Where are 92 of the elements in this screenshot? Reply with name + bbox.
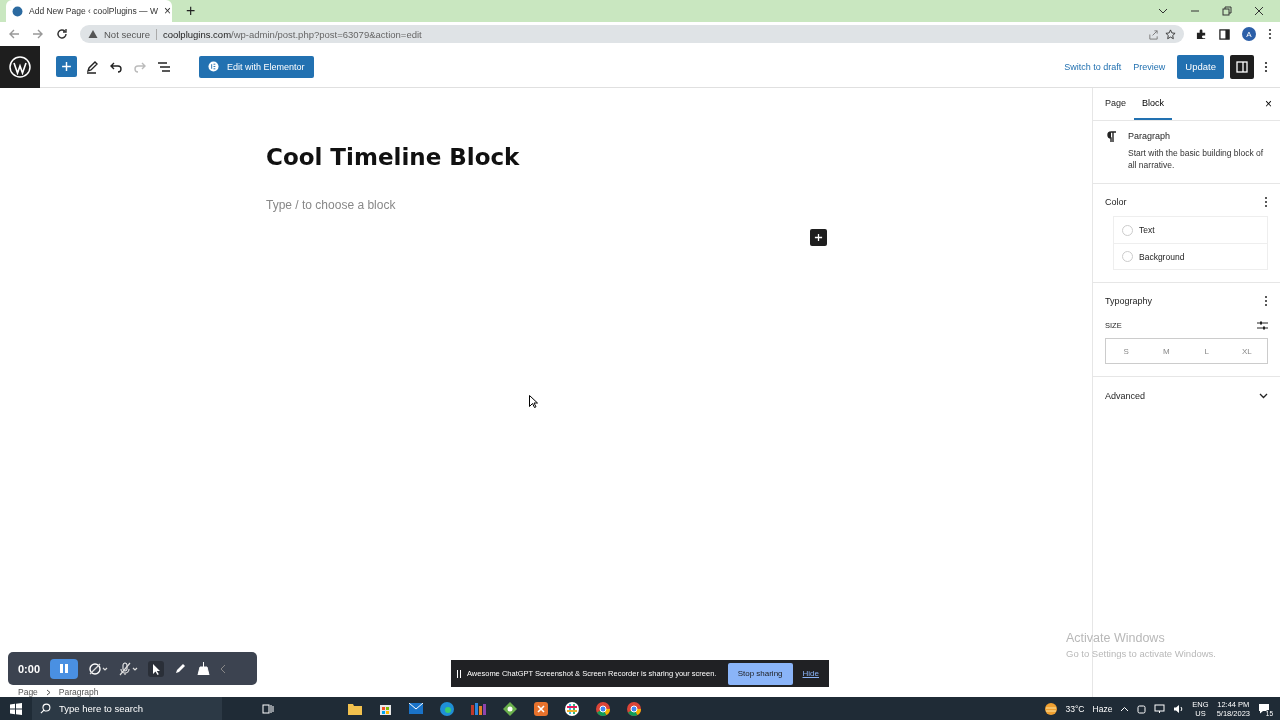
- list-view-icon[interactable]: [157, 59, 171, 74]
- stop-sharing-button[interactable]: Stop sharing: [727, 662, 793, 685]
- microphone-off-icon[interactable]: [118, 661, 139, 676]
- profile-avatar[interactable]: A: [1242, 27, 1256, 41]
- star-icon[interactable]: [1165, 28, 1176, 40]
- plus-icon: [814, 233, 823, 242]
- wordpress-logo[interactable]: [0, 45, 40, 88]
- close-button[interactable]: ×: [1265, 97, 1272, 111]
- address-bar[interactable]: Not secure coolplugins.com/wp-admin/post.php?post=63079&action=edit: [80, 25, 1184, 43]
- folder-icon[interactable]: [348, 702, 362, 715]
- taskbar-search-field[interactable]: Type here to search: [32, 697, 222, 720]
- sidebar-tab[interactable]: Block: [1134, 88, 1173, 120]
- font-size-option[interactable]: XL: [1226, 339, 1267, 363]
- slack-icon[interactable]: [565, 701, 579, 716]
- more-options-icon[interactable]: [1264, 60, 1268, 73]
- breadcrumb-link[interactable]: Paragraph: [58, 687, 99, 697]
- preview-link[interactable]: Preview: [1127, 61, 1172, 72]
- chevron-right-icon: [45, 688, 51, 696]
- tab-title: Add New Page ‹ coolPlugins — W: [29, 6, 158, 16]
- page-title[interactable]: Cool Timeline Block: [266, 144, 1092, 170]
- side-panel-icon[interactable]: [1219, 28, 1230, 40]
- sliders-icon[interactable]: [1257, 321, 1268, 330]
- pause-icon: [60, 664, 69, 673]
- color-option[interactable]: Background: [1114, 243, 1267, 269]
- diamond-app-icon[interactable]: [503, 701, 517, 716]
- switch-to-draft-link[interactable]: Switch to draft: [1058, 61, 1128, 72]
- weather-condition: Haze: [1092, 703, 1113, 714]
- new-tab-button[interactable]: +: [182, 0, 200, 22]
- edit-with-elementor-button[interactable]: Edit with Elementor: [199, 55, 314, 78]
- browser-tab[interactable]: Add New Page ‹ coolPlugins — W ×: [6, 0, 172, 22]
- pause-icon: [457, 669, 461, 678]
- xampp-icon[interactable]: [534, 701, 548, 716]
- forward-arrow-icon[interactable]: [32, 28, 44, 40]
- more-options-icon[interactable]: [1264, 196, 1268, 208]
- mail-icon[interactable]: [409, 703, 423, 714]
- more-options-icon[interactable]: [1264, 295, 1268, 307]
- update-button[interactable]: Update: [1177, 54, 1224, 79]
- speaker-icon: [1173, 703, 1185, 714]
- url-text: coolplugins.com/wp-admin/post.php?post=63079&action=edit: [162, 28, 422, 40]
- warning-icon: [88, 29, 98, 39]
- chrome-browser-icon[interactable]: [627, 701, 641, 716]
- more-options-icon[interactable]: [1268, 28, 1272, 40]
- chevron-down-icon: [1259, 393, 1268, 399]
- chevron-down-icon[interactable]: [1158, 6, 1168, 16]
- block-name: Paragraph: [1128, 131, 1172, 141]
- pencil-icon[interactable]: [85, 59, 99, 74]
- pencil-icon[interactable]: [174, 662, 188, 675]
- task-view-icon[interactable]: [262, 702, 274, 715]
- font-size-option[interactable]: M: [1146, 339, 1187, 363]
- camera-off-icon[interactable]: [88, 661, 109, 676]
- elementor-icon: [208, 61, 219, 72]
- chrome-browser-icon[interactable]: [596, 701, 610, 716]
- section-title: Color: [1105, 197, 1127, 207]
- pointer-icon[interactable]: [148, 660, 165, 677]
- edge-browser-icon[interactable]: [440, 701, 454, 716]
- hide-link[interactable]: Hide: [798, 669, 823, 678]
- restore-icon[interactable]: [1222, 6, 1232, 16]
- back-arrow-icon[interactable]: [8, 28, 20, 40]
- breadcrumb-link[interactable]: Page: [18, 687, 38, 697]
- plus-icon: [61, 61, 72, 72]
- close-icon[interactable]: [1254, 6, 1264, 16]
- block-description: Start with the basic building block of all narrative.: [1128, 147, 1265, 171]
- weather-sun-icon: [1043, 701, 1058, 716]
- advanced-section-toggle[interactable]: Advanced: [1093, 377, 1280, 415]
- sidebar-tab[interactable]: Page: [1097, 88, 1135, 120]
- store-icon[interactable]: [379, 702, 392, 715]
- pause-button[interactable]: [50, 658, 79, 679]
- chevron-up-icon[interactable]: [1120, 705, 1130, 712]
- windows-logo-icon[interactable]: [10, 702, 22, 715]
- puzzle-icon[interactable]: [1196, 28, 1207, 40]
- activation-title: Activate Windows: [1066, 631, 1166, 645]
- search-icon: [40, 703, 51, 714]
- recording-timer: 0:00: [18, 662, 41, 675]
- reload-icon[interactable]: [56, 28, 68, 40]
- block-placeholder[interactable]: Type / to choose a block: [266, 198, 396, 212]
- settings-button[interactable]: [1230, 54, 1254, 79]
- add-block-button[interactable]: [810, 229, 827, 246]
- font-size-option[interactable]: S: [1106, 339, 1147, 363]
- tab-close-button[interactable]: ×: [164, 4, 171, 18]
- security-label: Not secure: [104, 28, 157, 40]
- broom-icon[interactable]: [197, 662, 211, 675]
- side-panel-icon: [1236, 60, 1248, 73]
- network-icon: [1154, 703, 1166, 714]
- color-option[interactable]: Text: [1114, 217, 1267, 243]
- font-size-option[interactable]: L: [1186, 339, 1227, 363]
- activation-message: Go to Settings to activate Windows.: [1066, 648, 1216, 659]
- mouse-pointer-icon: [529, 395, 538, 408]
- paragraph-icon: [1107, 131, 1116, 143]
- chevron-left-icon[interactable]: [220, 663, 227, 674]
- section-title: Typography: [1105, 296, 1153, 306]
- share-icon[interactable]: [1148, 28, 1159, 40]
- temperature-text: 33°C: [1065, 703, 1085, 714]
